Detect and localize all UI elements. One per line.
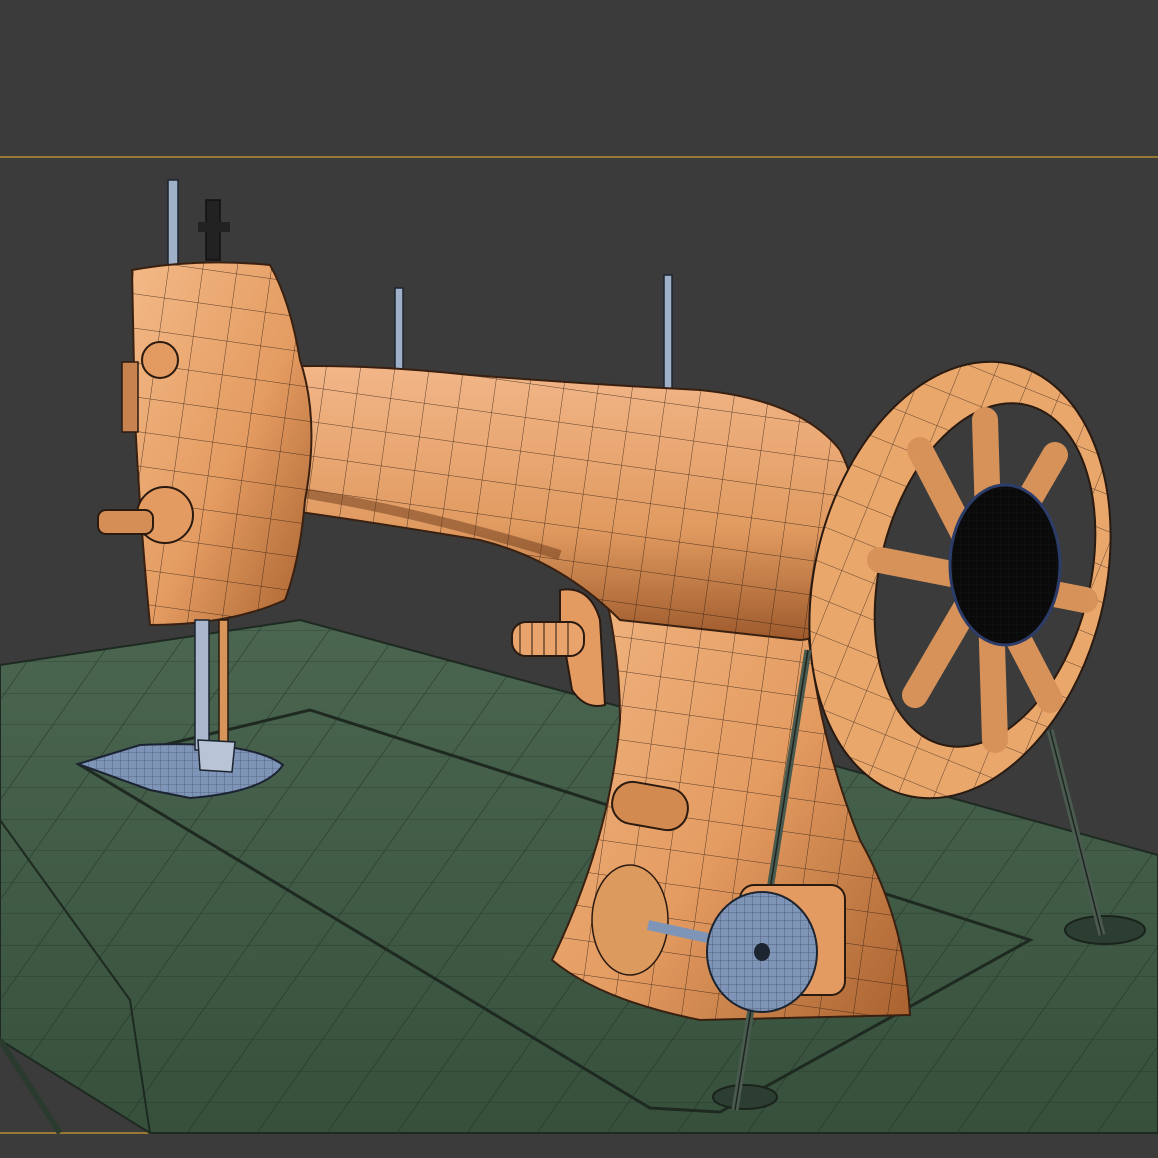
- render-canvas: [0, 156, 1158, 1135]
- machine-arm: [228, 365, 859, 642]
- machine-head: [97, 261, 313, 627]
- 3d-viewport[interactable]: [0, 0, 1158, 1158]
